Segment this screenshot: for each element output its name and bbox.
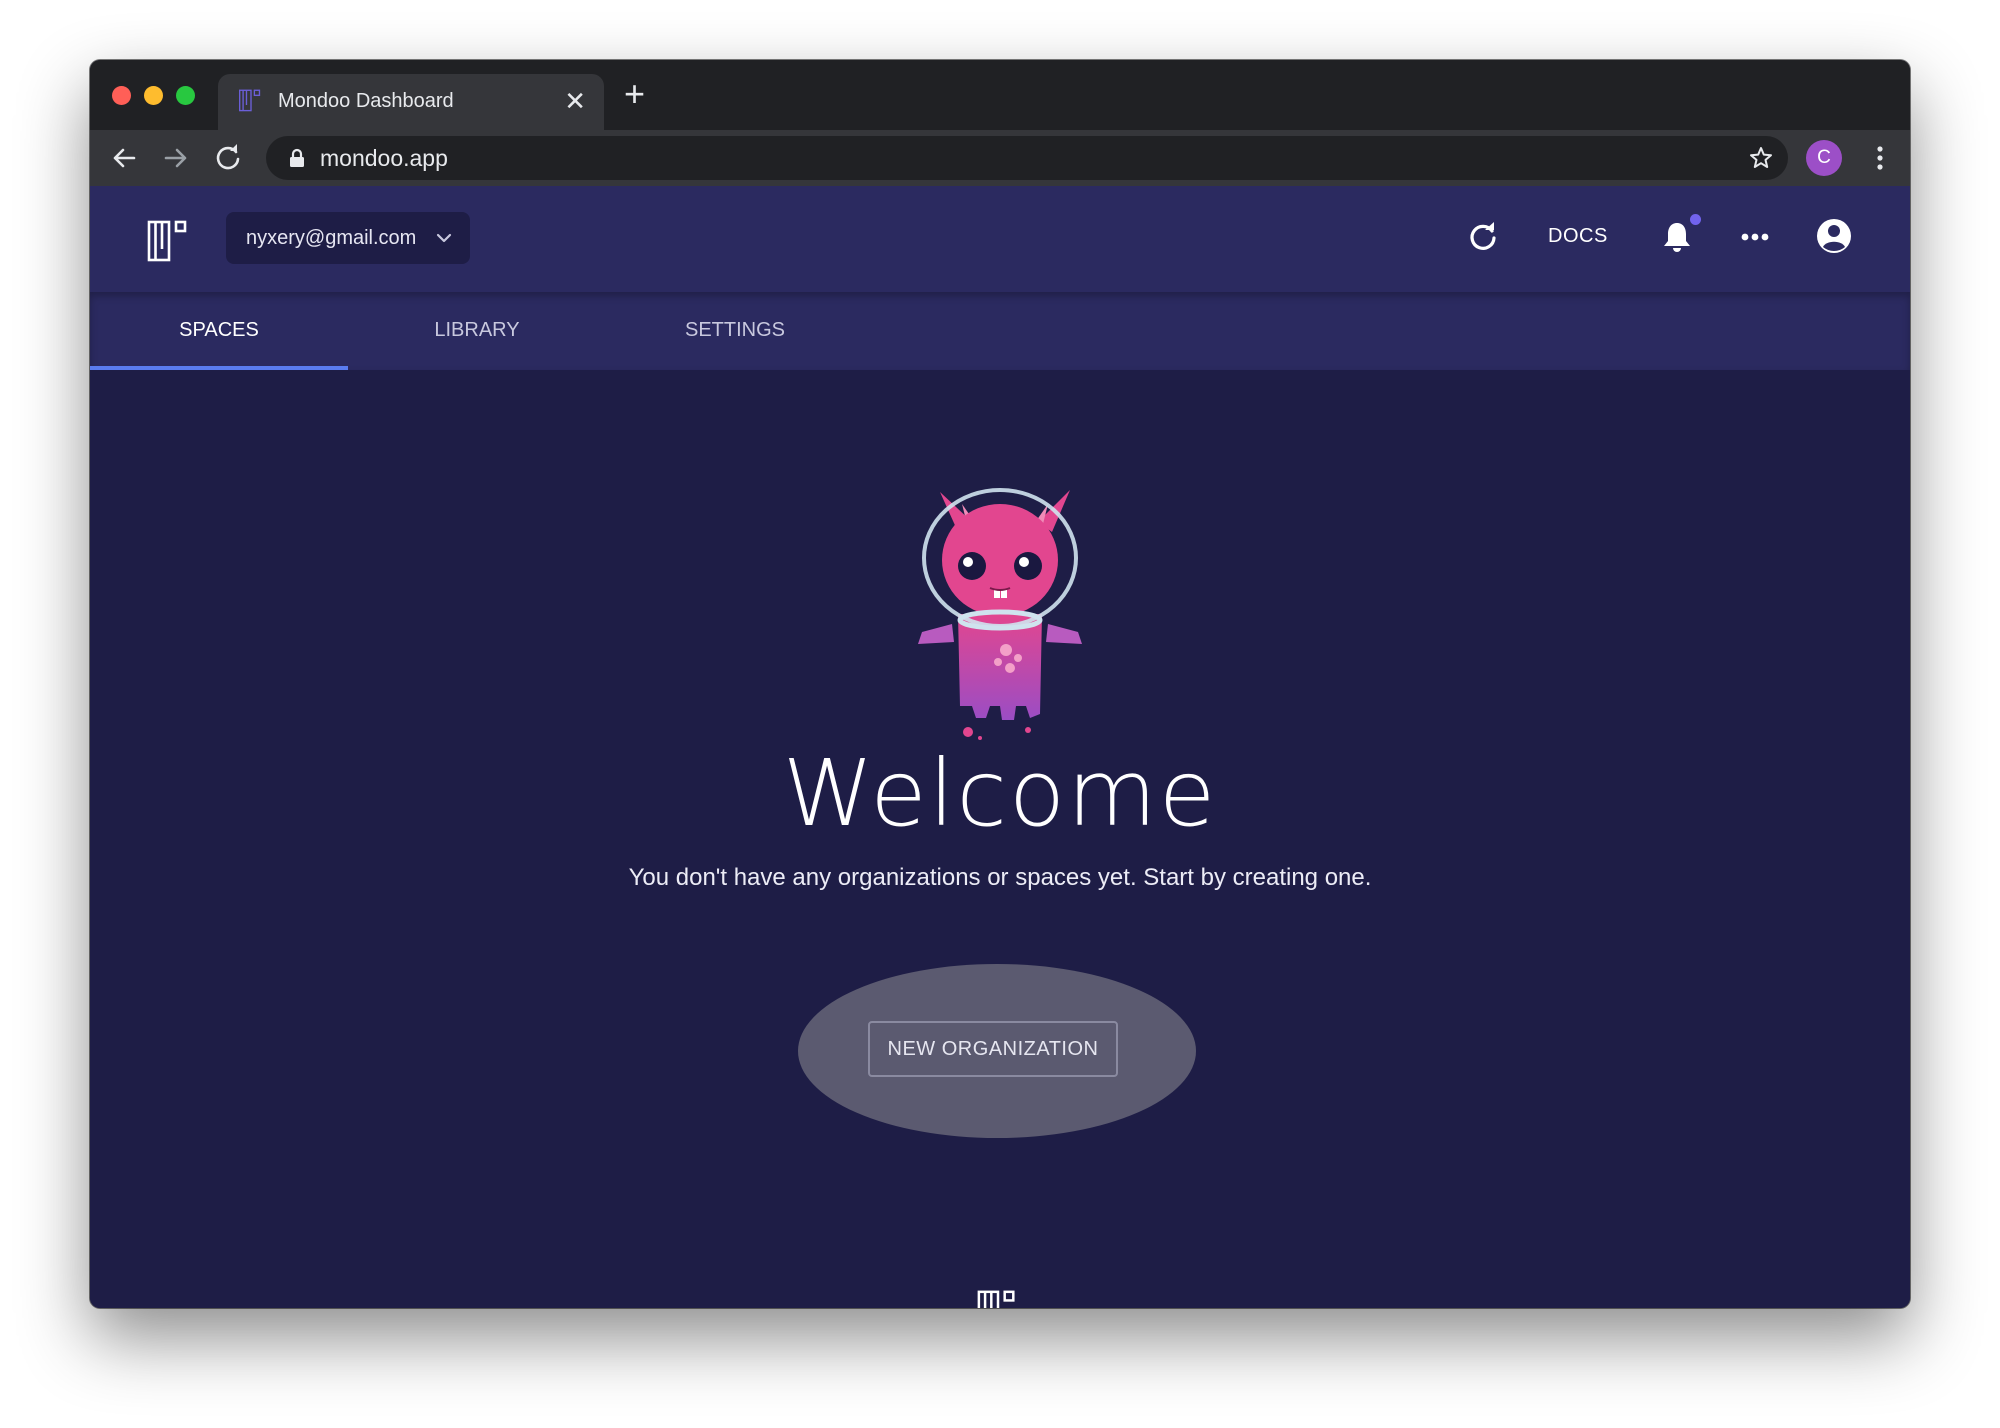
bookmark-star-icon[interactable] [1748, 145, 1774, 171]
refresh-icon[interactable] [1466, 220, 1500, 254]
main-nav-tabs: SPACES LIBRARY SETTINGS [90, 292, 1910, 370]
browser-menu-icon[interactable] [1868, 140, 1892, 176]
docs-link[interactable]: DOCS [1548, 225, 1608, 248]
profile-avatar[interactable]: C [1806, 140, 1842, 176]
more-icon[interactable] [1738, 220, 1772, 254]
welcome-subtitle: You don't have any organizations or spac… [628, 864, 1372, 891]
tab-title: Mondoo Dashboard [278, 90, 454, 112]
tab-spaces[interactable]: SPACES [90, 292, 348, 370]
chevron-down-icon [436, 233, 452, 243]
main-content: Welcome You don't have any organizations… [90, 370, 1910, 1308]
bell-icon[interactable] [1660, 220, 1694, 254]
maximize-window-button[interactable] [176, 86, 195, 105]
close-window-button[interactable] [112, 86, 131, 105]
forward-arrow-icon[interactable] [160, 142, 192, 174]
browser-window: Mondoo Dashboard ✕ + mondoo.app C nyxery… [90, 60, 1910, 1308]
new-organization-button[interactable]: NEW ORGANIZATION [868, 1021, 1118, 1077]
welcome-heading: Welcome [782, 740, 1218, 847]
reload-icon[interactable] [212, 142, 244, 174]
account-email: nyxery@gmail.com [246, 227, 417, 249]
browser-tab[interactable]: Mondoo Dashboard ✕ [218, 74, 604, 130]
mondoo-favicon-icon [239, 89, 261, 112]
tab-close-icon[interactable]: ✕ [564, 86, 586, 116]
footer-logo-icon [977, 1290, 1015, 1308]
mondoo-logo-icon[interactable] [146, 218, 192, 264]
app-header: nyxery@gmail.com DOCS [90, 186, 1910, 292]
minimize-window-button[interactable] [144, 86, 163, 105]
mascot-illustration [918, 488, 1082, 740]
url-text: mondoo.app [320, 145, 448, 171]
browser-toolbar: mondoo.app C [90, 130, 1910, 186]
address-bar[interactable]: mondoo.app [266, 136, 1788, 180]
back-arrow-icon[interactable] [108, 142, 140, 174]
new-tab-button[interactable]: + [624, 74, 645, 114]
browser-tab-strip: Mondoo Dashboard ✕ + [90, 60, 1910, 130]
tab-settings[interactable]: SETTINGS [606, 292, 864, 370]
account-selector[interactable]: nyxery@gmail.com [226, 212, 470, 264]
account-circle-icon[interactable] [1814, 216, 1854, 256]
tab-library[interactable]: LIBRARY [348, 292, 606, 370]
lock-icon [290, 148, 304, 167]
notification-dot [1690, 214, 1701, 225]
